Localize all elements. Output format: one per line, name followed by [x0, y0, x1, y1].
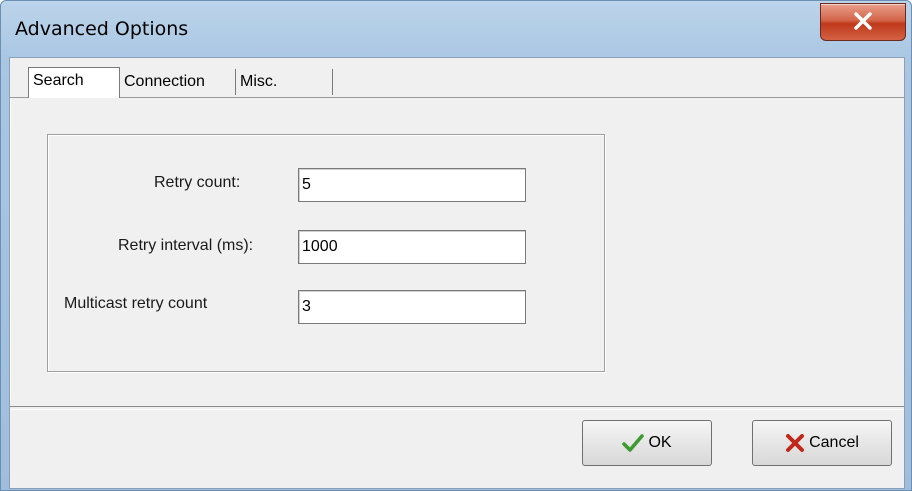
ok-label: OK [648, 434, 672, 451]
retry-count-label: Retry count: [154, 174, 241, 191]
search-settings-group: Retry count: 5 Retry interval (ms): 1000… [47, 134, 605, 372]
window-title: Advanced Options [15, 18, 189, 40]
close-icon [854, 12, 872, 30]
checkmark-icon [622, 434, 645, 452]
retry-interval-label: Retry interval (ms): [118, 237, 254, 254]
x-mark-icon [785, 433, 805, 453]
close-button[interactable] [820, 3, 906, 41]
retry-count-input[interactable]: 5 [298, 168, 526, 202]
tab-misc[interactable]: Misc. [236, 69, 333, 95]
button-area-separator [10, 406, 904, 410]
tab-strip: Search Connection Misc. [10, 58, 904, 102]
cancel-label: Cancel [809, 434, 859, 451]
dialog-body: Search Connection Misc. Retry count: 5 R… [9, 57, 905, 489]
search-tab-panel: Retry count: 5 Retry interval (ms): 1000… [10, 98, 903, 400]
multicast-retry-input[interactable]: 3 [298, 290, 526, 324]
title-bar[interactable]: Advanced Options [1, 1, 911, 57]
advanced-options-dialog: Advanced Options Search Connection Misc.… [0, 0, 912, 491]
ok-button[interactable]: OK [582, 420, 712, 466]
retry-interval-input[interactable]: 1000 [298, 230, 526, 264]
tab-connection[interactable]: Connection [120, 69, 236, 95]
multicast-retry-label: Multicast retry count [64, 295, 208, 312]
tab-search[interactable]: Search [28, 67, 120, 98]
cancel-button[interactable]: Cancel [752, 420, 892, 466]
